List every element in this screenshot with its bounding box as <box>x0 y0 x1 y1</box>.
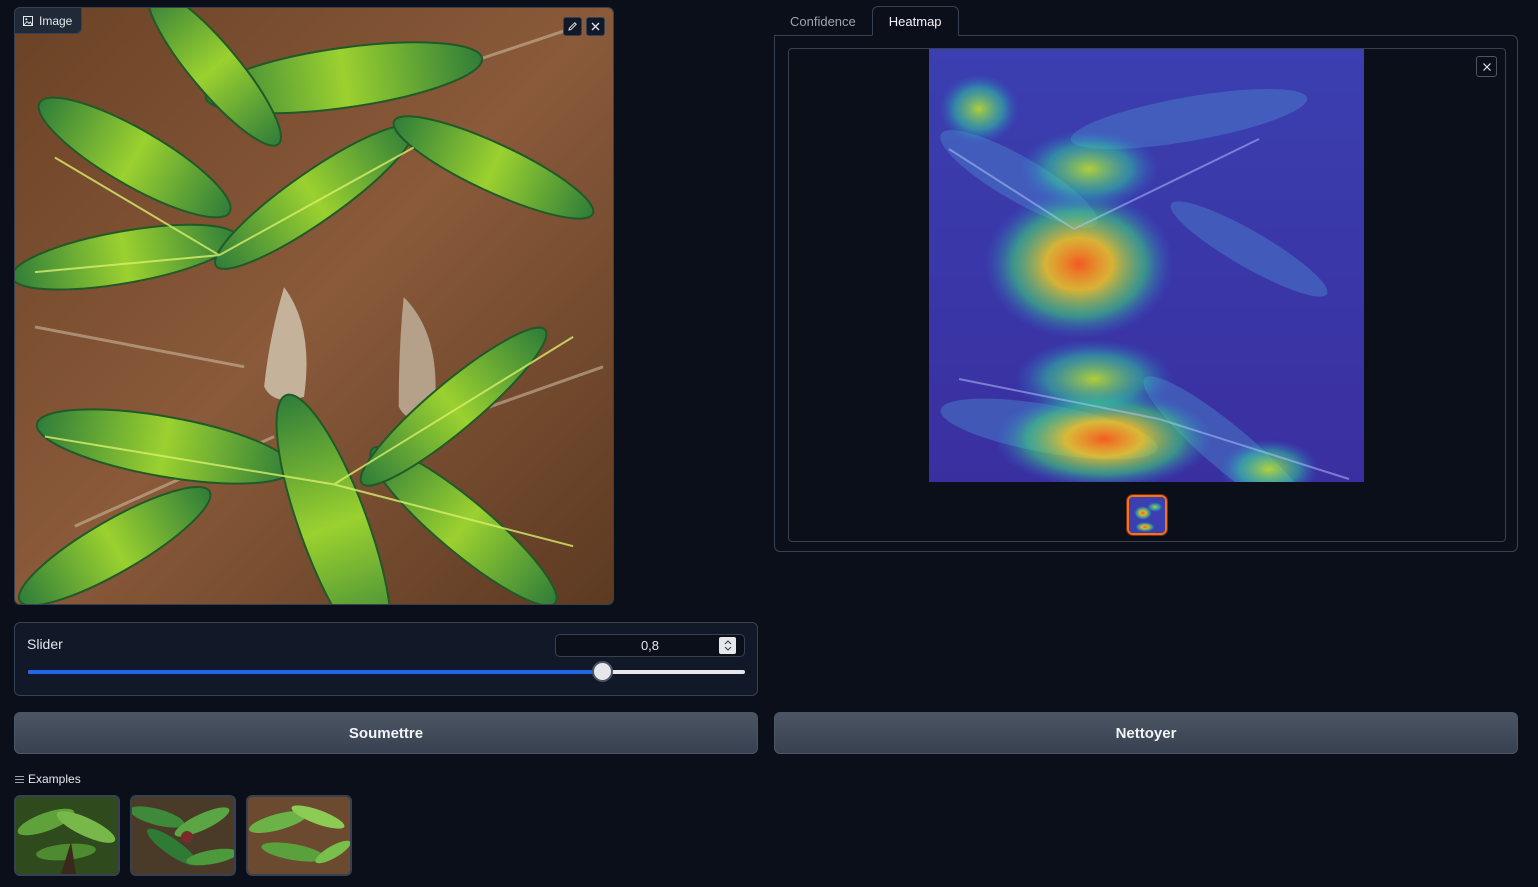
image-panel-label-text: Image <box>39 13 73 28</box>
heatmap-gallery <box>788 48 1506 542</box>
clear-image-button[interactable] <box>586 17 605 36</box>
output-tabs: Confidence Heatmap <box>774 6 959 36</box>
number-spinner[interactable] <box>719 637 736 654</box>
examples-label: Examples <box>15 772 81 786</box>
example-thumbnail-2[interactable] <box>130 795 236 876</box>
slider-thumb[interactable] <box>591 661 613 682</box>
heatmap-tab-panel <box>774 35 1518 552</box>
image-input-panel[interactable]: Image <box>14 7 614 605</box>
slider-number-input[interactable]: 0,8 <box>555 634 745 657</box>
heatmap-overlay <box>929 49 1364 482</box>
pencil-icon <box>568 22 577 31</box>
tab-confidence[interactable]: Confidence <box>774 6 872 36</box>
close-icon <box>1482 62 1491 71</box>
clear-button[interactable]: Nettoyer <box>774 712 1518 754</box>
slider-label: Slider <box>27 636 63 652</box>
slider-block: Slider 0,8 <box>14 622 758 696</box>
example-image-3 <box>248 797 350 874</box>
examples-label-text: Examples <box>28 772 81 786</box>
spinner-arrows-icon <box>724 640 731 651</box>
slider-track-fill <box>28 670 602 674</box>
example-image-2 <box>132 797 234 874</box>
heatmap-thumbnail-image <box>1129 497 1165 533</box>
image-panel-label: Image <box>15 8 83 34</box>
close-icon <box>591 22 600 31</box>
list-icon <box>15 775 24 783</box>
cassava-leaf-photo <box>15 8 613 604</box>
tab-heatmap[interactable]: Heatmap <box>871 6 959 36</box>
image-icon <box>23 15 33 26</box>
example-image-1 <box>16 797 118 874</box>
slider-number-value: 0,8 <box>640 638 660 653</box>
examples-gallery <box>14 795 352 876</box>
submit-button[interactable]: Soumettre <box>14 712 758 754</box>
heatmap-image[interactable] <box>929 49 1364 482</box>
example-thumbnail-3[interactable] <box>246 795 352 876</box>
gallery-close-button[interactable] <box>1476 56 1497 77</box>
slider-track[interactable] <box>28 661 745 682</box>
edit-image-button[interactable] <box>563 17 582 36</box>
example-thumbnail-1[interactable] <box>14 795 120 876</box>
gallery-thumbnail-selected[interactable] <box>1127 495 1167 535</box>
